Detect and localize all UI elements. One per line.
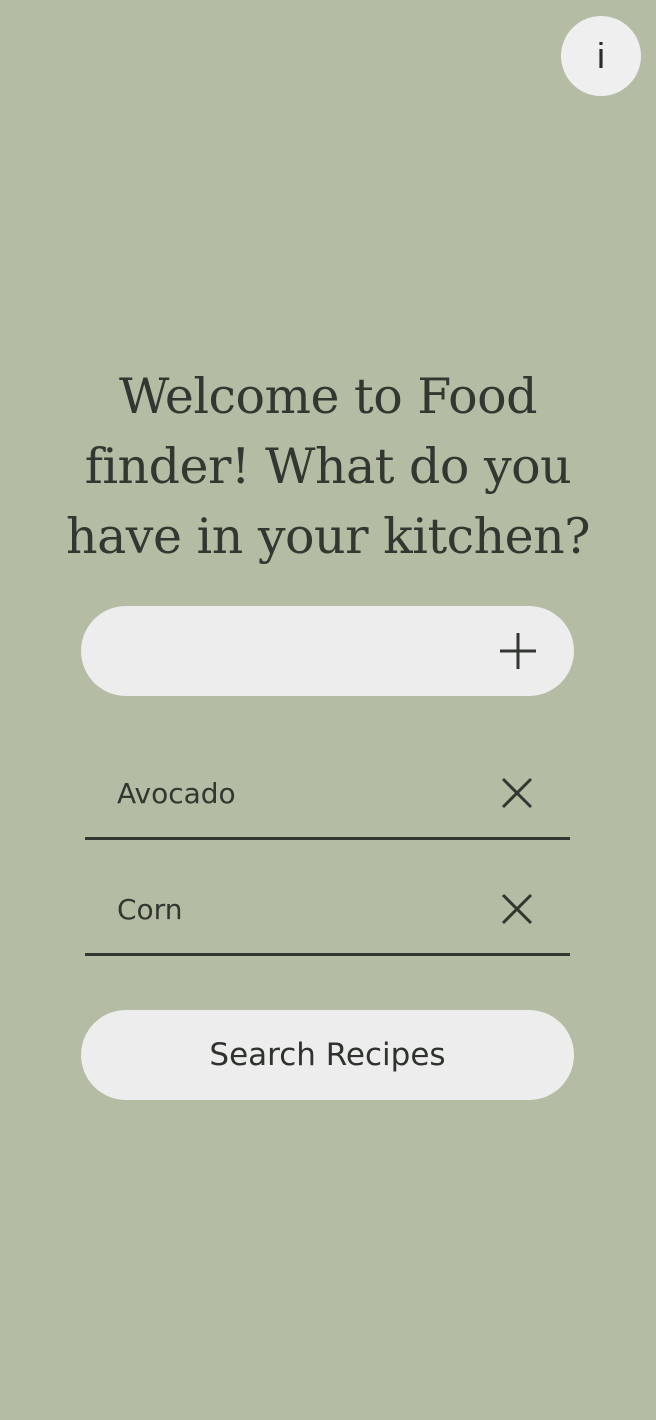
- plus-icon[interactable]: [499, 632, 537, 670]
- page-title: Welcome to Food finder! What do you have…: [66, 368, 590, 565]
- ingredient-item: Corn: [85, 893, 570, 956]
- info-button[interactable]: i: [561, 16, 641, 96]
- ingredient-item: Avocado: [85, 777, 570, 840]
- search-recipes-button[interactable]: Search Recipes: [81, 1010, 574, 1100]
- add-ingredient-bar: [81, 606, 574, 696]
- search-recipes-label: Search Recipes: [209, 1037, 446, 1073]
- close-icon[interactable]: [501, 777, 533, 809]
- ingredient-label: Avocado: [117, 777, 236, 810]
- close-icon[interactable]: [501, 893, 533, 925]
- ingredient-label: Corn: [117, 893, 183, 926]
- ingredient-input[interactable]: [117, 606, 497, 696]
- info-icon: i: [597, 35, 605, 76]
